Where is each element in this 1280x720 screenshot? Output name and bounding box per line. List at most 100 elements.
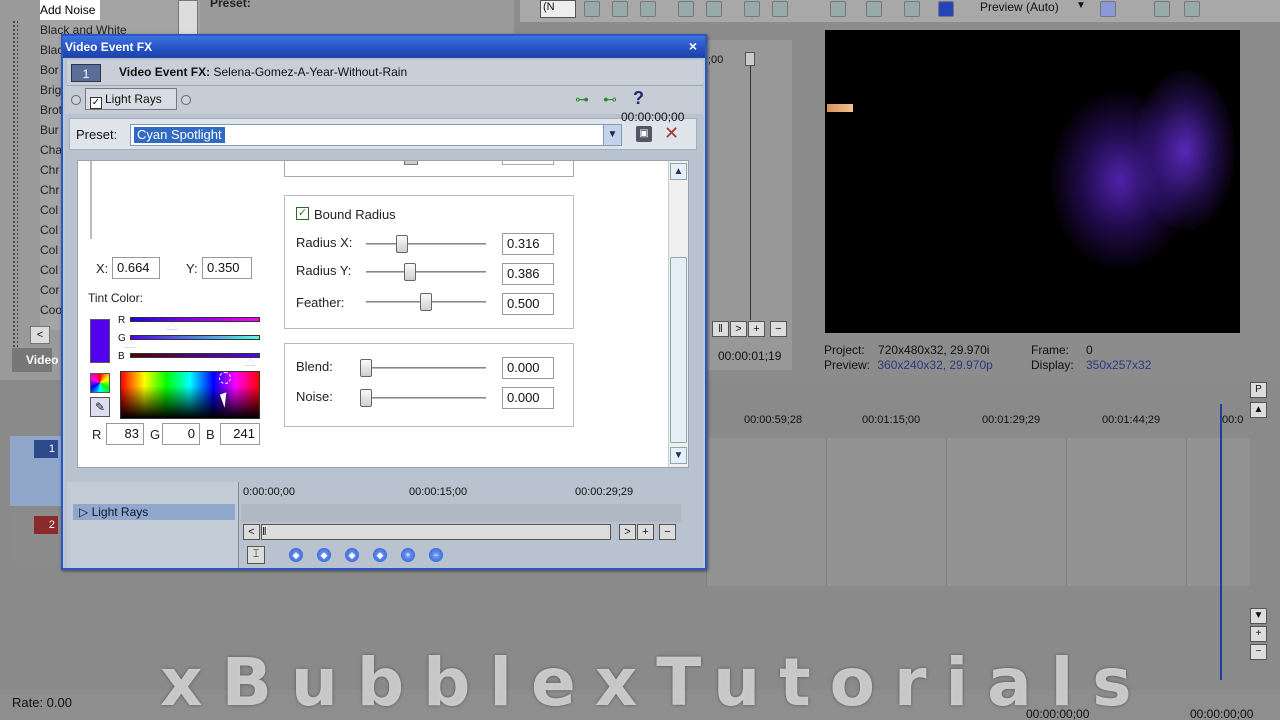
scroll-handle[interactable]: ‖ — [261, 524, 611, 540]
radius-y-field[interactable]: 0.386 — [502, 263, 554, 285]
toolbar-icon[interactable] — [640, 1, 656, 17]
next-keyframe-icon[interactable]: ◆ — [345, 548, 359, 562]
timeline-cursor[interactable] — [1220, 404, 1222, 680]
feather-field[interactable]: 0.500 — [502, 293, 554, 315]
eyedropper-icon[interactable]: ✎ — [90, 397, 110, 417]
save-frame-icon[interactable] — [1184, 1, 1200, 17]
toolbar-icon[interactable] — [706, 1, 722, 17]
green-channel-slider[interactable] — [130, 335, 260, 340]
slider-thumb[interactable] — [404, 161, 418, 165]
plugin-enable-checkbox[interactable]: ✓ — [90, 97, 102, 109]
grid-icon[interactable] — [1100, 1, 1116, 17]
monitor-icon[interactable] — [866, 1, 882, 17]
radius-x-slider[interactable] — [366, 243, 486, 245]
preview-frame — [1135, 70, 1235, 230]
scroll-right-button[interactable]: > — [730, 321, 747, 337]
scroll-down-button[interactable]: ▼ — [1250, 608, 1267, 624]
dialog-titlebar[interactable]: Video Event FX × — [63, 36, 705, 58]
trimmer-cursor-handle[interactable] — [745, 52, 755, 66]
toolbar-icon[interactable] — [584, 1, 600, 17]
zoom-in-button[interactable]: + — [637, 524, 654, 540]
blue-channel-slider[interactable] — [130, 353, 260, 358]
scroll-thumb[interactable] — [670, 257, 687, 443]
timeline-tracks[interactable] — [706, 438, 1250, 586]
last-keyframe-icon[interactable]: ◆ — [373, 548, 387, 562]
overlay-icon[interactable] — [938, 1, 954, 17]
noise-field[interactable]: 0.000 — [502, 387, 554, 409]
preview-quality[interactable]: Preview (Auto) — [980, 0, 1059, 14]
radius-y-slider[interactable] — [366, 271, 486, 273]
scroll-left-button[interactable]: < — [30, 326, 50, 344]
scroll-up-icon[interactable]: ▲ — [670, 163, 687, 180]
preset-value[interactable]: Cyan Spotlight — [134, 127, 225, 143]
delete-preset-icon[interactable]: ✕ — [664, 123, 679, 144]
help-icon[interactable]: ? — [633, 88, 644, 109]
slider-thumb[interactable] — [360, 389, 372, 407]
zoom-in-button[interactable]: + — [748, 321, 765, 337]
slider-thumb[interactable] — [166, 322, 178, 330]
keyframe-track-light-rays[interactable]: ▷ Light Rays — [73, 504, 235, 520]
slider-thumb[interactable] — [396, 235, 408, 253]
delete-keyframe-icon[interactable]: − — [429, 548, 443, 562]
toolbar-icon[interactable] — [678, 1, 694, 17]
expand-icon[interactable]: ▷ — [79, 505, 88, 519]
panel-grip[interactable] — [12, 20, 18, 350]
save-preset-icon[interactable]: ▣ — [636, 126, 652, 142]
add-keyframe-icon[interactable]: + — [401, 548, 415, 562]
trimmer-ruler-label: ;00 — [708, 54, 724, 66]
close-icon[interactable]: × — [685, 39, 701, 55]
toolbar-combo[interactable]: (N — [540, 0, 576, 18]
blend-field[interactable]: 0.000 — [502, 357, 554, 379]
sync-cursor-icon[interactable]: ⌶ — [247, 546, 265, 564]
zoom-out-button[interactable]: − — [659, 524, 676, 540]
slider-thumb[interactable] — [124, 340, 136, 348]
red-channel-slider[interactable] — [130, 317, 260, 322]
preset-dropdown[interactable]: Cyan Spotlight ▼ — [130, 124, 622, 146]
bound-radius-checkbox[interactable]: ✓ — [296, 207, 309, 220]
slider-thumb[interactable] — [360, 359, 372, 377]
video-fx-tab[interactable]: Video — [12, 348, 58, 372]
toolbar-icon[interactable] — [830, 1, 846, 17]
green-field[interactable]: 0 — [162, 423, 200, 445]
slider-thumb[interactable] — [244, 358, 256, 366]
scroll-left-button[interactable]: < — [243, 524, 260, 540]
copy-icon[interactable] — [1154, 1, 1170, 17]
zoom-in-button[interactable]: + — [1250, 626, 1267, 642]
slider-thumb[interactable] — [404, 263, 416, 281]
tint-color-swatch[interactable] — [90, 319, 110, 363]
plugin-chip-light-rays[interactable]: ✓ Light Rays — [85, 88, 177, 110]
red-field[interactable]: 83 — [106, 423, 144, 445]
center-x-field[interactable]: 0.664 — [112, 257, 160, 279]
keyframe-lane[interactable] — [241, 504, 681, 522]
toolbar-icon[interactable] — [904, 1, 920, 17]
zoom-out-button[interactable]: − — [1250, 644, 1267, 660]
toolbar-icon[interactable] — [772, 1, 788, 17]
chevron-down-icon[interactable]: ▼ — [1076, 0, 1086, 11]
center-y-field[interactable]: 0.350 — [202, 257, 252, 279]
toolbar-icon[interactable] — [744, 1, 760, 17]
blue-field[interactable]: 241 — [220, 423, 260, 445]
remove-plugin-icon[interactable]: ⊷ — [603, 91, 617, 108]
scroll-up-button[interactable]: ▲ — [1250, 402, 1267, 418]
color-picker-field[interactable] — [120, 371, 260, 419]
first-keyframe-icon[interactable]: ◆ — [289, 548, 303, 562]
scroll-handle[interactable]: ‖ — [712, 321, 729, 337]
zoom-out-button[interactable]: − — [770, 321, 787, 337]
scroll-down-icon[interactable]: ▼ — [670, 447, 687, 464]
properties-scrollbar[interactable]: ▲ ▼ — [668, 161, 688, 467]
prev-keyframe-icon[interactable]: ◆ — [317, 548, 331, 562]
toolbar-icon[interactable] — [612, 1, 628, 17]
slider-thumb[interactable] — [420, 293, 432, 311]
chevron-down-icon[interactable]: ▼ — [603, 125, 621, 145]
value-field[interactable] — [502, 161, 554, 165]
chain-title-file: Selena-Gomez-A-Year-Without-Rain — [213, 65, 408, 79]
scroll-button[interactable]: P — [1250, 382, 1267, 398]
blend-slider[interactable] — [366, 367, 486, 369]
radius-x-field[interactable]: 0.316 — [502, 233, 554, 255]
track-number: 2 — [34, 516, 58, 534]
noise-slider[interactable] — [366, 397, 486, 399]
scroll-right-button[interactable]: > — [619, 524, 636, 540]
effect-item[interactable]: Add Noise — [40, 0, 100, 20]
add-plugin-icon[interactable]: ⊶ — [575, 91, 589, 108]
color-palette-icon[interactable] — [90, 373, 110, 393]
